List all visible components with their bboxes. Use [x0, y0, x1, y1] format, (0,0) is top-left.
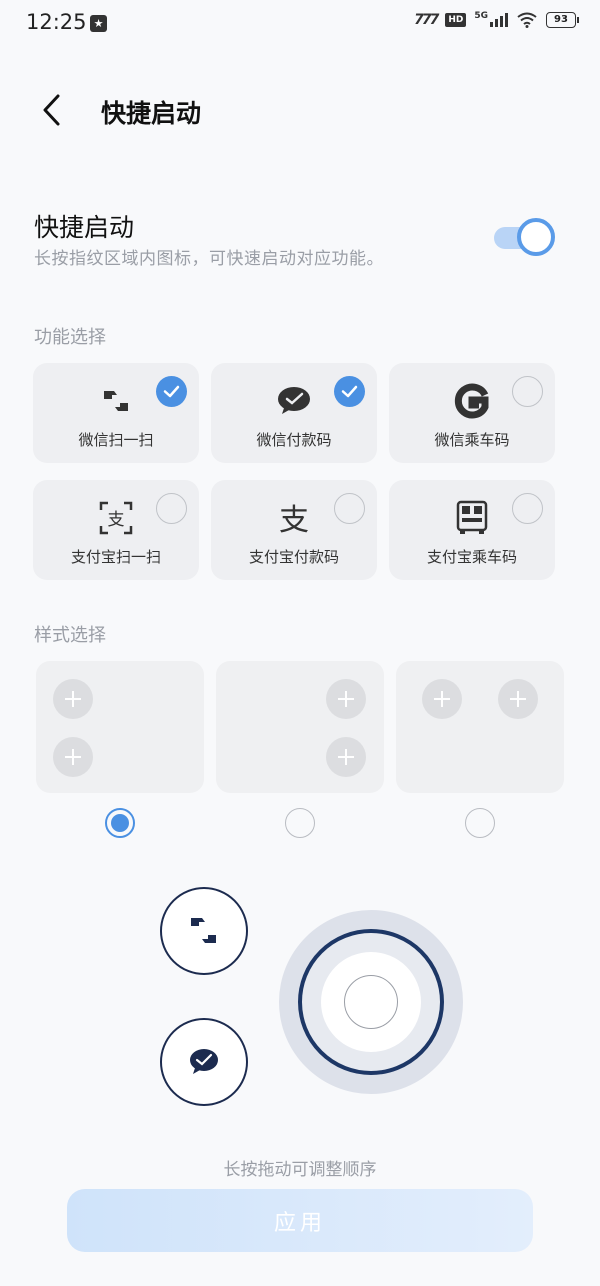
- function-label: 支付宝扫一扫: [70, 548, 161, 566]
- plus-icon: [53, 737, 93, 777]
- unchecked-circle-icon: [512, 376, 543, 407]
- unchecked-circle-icon: [512, 493, 543, 524]
- function-card-alipay-transit[interactable]: 支付宝乘车码: [389, 480, 555, 580]
- function-card-alipay-scan[interactable]: 支 支付宝扫一扫: [33, 480, 199, 580]
- preview-shortcut-wechat-scan[interactable]: [160, 887, 248, 975]
- reorder-hint: 长按拖动可调整顺序: [223, 1160, 377, 1180]
- plus-icon: [53, 679, 93, 719]
- style-options: [36, 661, 564, 793]
- svg-text:支: 支: [108, 510, 125, 530]
- style-section-label: 样式选择: [34, 625, 106, 646]
- alipay-pay-icon: 支: [279, 503, 309, 536]
- master-toggle-description: 长按指纹区域内图标，可快速启动对应功能。: [34, 249, 384, 269]
- signal-icon: [490, 13, 508, 27]
- carrier-signal-icon: 777: [414, 12, 439, 28]
- checkmark-icon: [156, 376, 187, 407]
- function-grid: 微信扫一扫 微信付款码 微信乘车码 支 支付宝扫一扫 支 支付宝付款码 支付宝乘…: [33, 363, 556, 580]
- function-label: 微信扫一扫: [78, 431, 154, 449]
- status-bar: 12:25 ★ 777 HD 5G 93: [0, 0, 600, 48]
- function-card-wechat-transit[interactable]: 微信乘车码: [389, 363, 555, 463]
- apply-button[interactable]: 应用: [67, 1189, 533, 1252]
- style-radio-3[interactable]: [465, 808, 495, 838]
- function-label: 支付宝乘车码: [426, 548, 517, 566]
- status-icons: 777 HD 5G 93: [414, 11, 579, 28]
- alipay-scan-icon: 支: [99, 501, 133, 535]
- plus-icon: [326, 737, 366, 777]
- plus-icon: [498, 679, 538, 719]
- function-card-alipay-pay[interactable]: 支 支付宝付款码: [211, 480, 377, 580]
- svg-text:支: 支: [279, 503, 309, 536]
- master-toggle-title: 快捷启动: [34, 213, 135, 242]
- function-label: 支付宝付款码: [248, 548, 339, 566]
- fingerprint-sensor-area[interactable]: [344, 975, 398, 1029]
- function-card-wechat-pay[interactable]: 微信付款码: [211, 363, 377, 463]
- unchecked-circle-icon: [334, 493, 365, 524]
- unchecked-circle-icon: [156, 493, 187, 524]
- style-radio-2[interactable]: [285, 808, 315, 838]
- plus-icon: [326, 679, 366, 719]
- style-option-2[interactable]: [216, 661, 384, 793]
- style-option-1[interactable]: [36, 661, 204, 793]
- wechat-pay-icon: [190, 1049, 218, 1074]
- status-time: 12:25: [26, 10, 87, 34]
- function-label: 微信乘车码: [434, 431, 510, 449]
- preview-shortcut-wechat-pay[interactable]: [160, 1018, 248, 1106]
- back-button[interactable]: [36, 92, 72, 128]
- wechat-scan-icon: [104, 391, 128, 411]
- quick-launch-toggle[interactable]: [494, 218, 560, 258]
- style-radio-1[interactable]: [105, 808, 135, 838]
- battery-icon: 93: [546, 12, 579, 28]
- wechat-transit-icon: [454, 383, 489, 419]
- wechat-pay-icon: [278, 387, 310, 414]
- style-option-3[interactable]: [396, 661, 564, 793]
- function-section-label: 功能选择: [34, 327, 106, 348]
- checkmark-icon: [334, 376, 365, 407]
- plus-icon: [422, 679, 462, 719]
- page-header: 快捷启动: [0, 80, 600, 140]
- page-title: 快捷启动: [101, 99, 202, 128]
- alipay-transit-icon: [456, 500, 488, 534]
- notification-icon: ★: [90, 15, 107, 32]
- function-card-wechat-scan[interactable]: 微信扫一扫: [33, 363, 199, 463]
- wifi-icon: [517, 12, 537, 28]
- toggle-knob: [517, 218, 555, 256]
- function-label: 微信付款码: [256, 431, 332, 449]
- wechat-scan-icon: [191, 918, 216, 943]
- network-type: 5G: [474, 11, 488, 21]
- hd-icon: HD: [445, 13, 467, 27]
